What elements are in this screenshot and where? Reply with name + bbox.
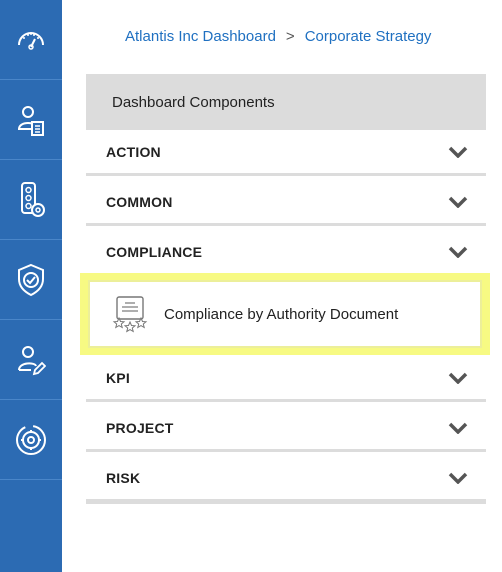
user-edit-icon — [18, 345, 46, 375]
user-document-icon — [17, 105, 44, 136]
rail-item-user-edit[interactable] — [0, 320, 62, 400]
breadcrumb-current-link[interactable]: Corporate Strategy — [305, 28, 432, 45]
chevron-down-icon — [448, 422, 468, 434]
chevron-down-icon — [448, 472, 468, 484]
component-compliance-by-authority-document[interactable]: Compliance by Authority Document — [88, 280, 482, 348]
rail-item-dashboard[interactable] — [0, 0, 62, 80]
component-label: Compliance by Authority Document — [164, 305, 399, 323]
section-label: ACTION — [106, 143, 161, 160]
rail-item-settings[interactable] — [0, 400, 62, 480]
breadcrumb: Atlantis Inc Dashboard > Corporate Strateg… — [125, 28, 431, 45]
dashboard-gauge-icon — [18, 31, 44, 50]
section-label: KPI — [106, 369, 130, 386]
section-label: PROJECT — [106, 419, 174, 436]
shield-check-icon — [18, 263, 44, 296]
section-project[interactable]: PROJECT — [86, 406, 486, 452]
section-action[interactable]: ACTION — [86, 130, 486, 176]
app: Atlantis Inc Dashboard > Corporate Strateg… — [0, 0, 502, 572]
section-label: COMMON — [106, 193, 173, 210]
section-kpi[interactable]: KPI — [86, 356, 486, 402]
traffic-light-settings-icon — [21, 181, 45, 217]
gear-icon — [16, 424, 46, 455]
section-label: COMPLIANCE — [106, 243, 203, 260]
breadcrumb-separator: > — [285, 28, 295, 45]
chevron-down-icon — [448, 196, 468, 208]
section-label: RISK — [106, 469, 141, 486]
section-compliance[interactable]: COMPLIANCE — [86, 230, 486, 276]
rail-item-users[interactable] — [0, 80, 62, 160]
breadcrumb-root-link[interactable]: Atlantis Inc Dashboard — [125, 28, 276, 45]
rail-item-security[interactable] — [0, 240, 62, 320]
section-common[interactable]: COMMON — [86, 180, 486, 226]
rail-item-traffic[interactable] — [0, 160, 62, 240]
chevron-down-icon — [448, 372, 468, 384]
chevron-down-icon — [448, 146, 468, 158]
section-risk[interactable]: RISK — [86, 456, 486, 502]
left-nav-rail — [0, 0, 62, 572]
panel-header: Dashboard Components — [86, 74, 486, 130]
certificate-stars-icon — [112, 296, 148, 333]
chevron-down-icon — [448, 246, 468, 258]
panel-bottom-divider — [86, 501, 486, 504]
